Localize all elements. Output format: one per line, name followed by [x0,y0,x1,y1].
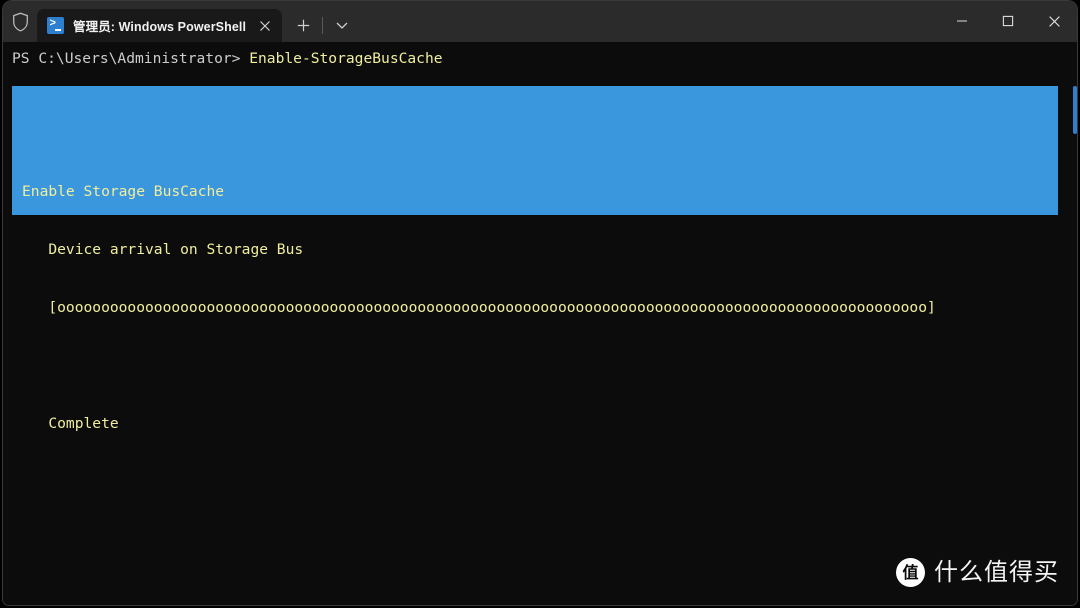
powershell-window: 管理员: Windows PowerShell [3,1,1077,605]
maximize-button[interactable] [985,1,1031,41]
progress-status: Complete [22,415,119,433]
powershell-icon [47,17,64,34]
title-bar: 管理员: Windows PowerShell [3,1,1077,42]
watermark-logo: 值 [896,558,925,587]
window-controls [939,1,1077,42]
progress-activity: Device arrival on Storage Bus [22,241,304,259]
terminal-body[interactable]: PS C:\Users\Administrator> Enable-Storag… [3,42,1077,605]
prompt-line: PS C:\Users\Administrator> Enable-Storag… [12,49,443,68]
progress-panel: Enable Storage BusCache Device arrival o… [12,86,1058,432]
close-icon[interactable] [252,13,278,39]
scrollbar-mark[interactable] [1073,86,1077,134]
new-tab-button[interactable] [288,10,318,40]
watermark: 值 什么值得买 [896,558,1059,587]
close-button[interactable] [1031,1,1077,41]
tab-divider [322,17,324,34]
tab-powershell[interactable]: 管理员: Windows PowerShell [37,9,283,42]
progress-bar: [ooooooooooooooooooooooooooooooooooooooo… [22,299,936,317]
chevron-down-icon[interactable] [327,10,357,40]
tab-title: 管理员: Windows PowerShell [73,20,247,34]
shield-icon [3,1,37,42]
progress-blank [12,356,1058,375]
minimize-button[interactable] [939,1,985,41]
watermark-text: 什么值得买 [934,557,1059,586]
progress-top-pad [12,125,1058,144]
prompt-path: PS C:\Users\Administrator> [12,50,250,67]
progress-title: Enable Storage BusCache [22,183,225,201]
entered-command: Enable-StorageBusCache [249,50,443,67]
